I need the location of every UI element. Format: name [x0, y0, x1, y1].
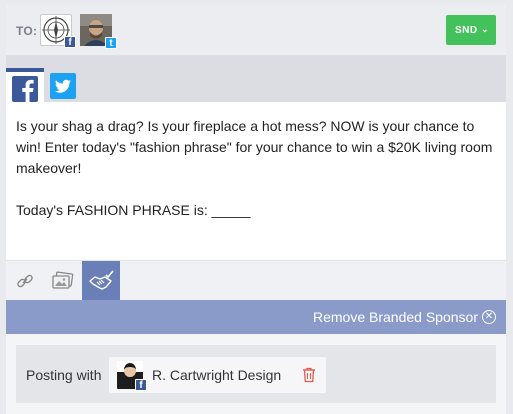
recipient-header: TO: f t SND ⌄	[6, 4, 506, 56]
message-editor[interactable]: Is your shag a drag? Is your fireplace a…	[6, 102, 506, 260]
twitter-badge-icon: t	[105, 37, 117, 49]
message-paragraph[interactable]: Is your shag a drag? Is your fireplace a…	[16, 116, 496, 179]
link-tool-button[interactable]	[6, 261, 44, 301]
branded-sponsor-tool-button[interactable]	[82, 261, 120, 301]
posting-with-label: Posting with	[26, 367, 102, 383]
facebook-badge-icon: f	[135, 379, 147, 391]
chevron-down-icon[interactable]: ⌄	[481, 24, 489, 35]
sponsor-account-chip[interactable]: f R. Cartwright Design	[109, 357, 326, 393]
recipient-avatar-person[interactable]: t	[80, 14, 117, 49]
send-label: SND	[455, 24, 478, 36]
remove-sponsor-label[interactable]: Remove Branded Sponsor	[313, 309, 478, 325]
tab-facebook[interactable]	[6, 68, 44, 102]
to-label: TO:	[16, 24, 38, 38]
handshake-icon	[89, 270, 114, 290]
branded-sponsor-bar: Remove Branded Sponsor ✕	[6, 300, 506, 334]
avatar: f	[117, 361, 147, 391]
send-button[interactable]: SND ⌄	[446, 15, 496, 45]
composer-panel: TO: f t SND ⌄ Is your shag a drag? Is yo…	[6, 4, 506, 414]
twitter-icon	[55, 79, 71, 93]
network-tabs	[6, 56, 506, 102]
facebook-icon	[12, 76, 38, 102]
link-icon	[17, 274, 33, 288]
message-paragraph[interactable]: Today's FASHION PHRASE is: _____	[16, 200, 496, 221]
facebook-badge-icon: f	[64, 36, 76, 48]
close-circle-icon[interactable]: ✕	[482, 310, 496, 324]
photo-tool-button[interactable]	[44, 261, 82, 301]
posting-with-panel: Posting with f R. Cartwright Design	[16, 345, 496, 403]
remove-sponsor-link[interactable]: Remove Branded Sponsor ✕	[313, 309, 496, 325]
photo-icon	[52, 271, 74, 289]
attachment-toolbar	[6, 260, 506, 301]
person-face-icon	[124, 363, 136, 377]
recipient-avatar-logo[interactable]: f	[40, 14, 76, 48]
sponsor-account-name: R. Cartwright Design	[152, 367, 282, 383]
trash-icon[interactable]	[302, 367, 316, 383]
tab-twitter[interactable]	[50, 73, 76, 99]
